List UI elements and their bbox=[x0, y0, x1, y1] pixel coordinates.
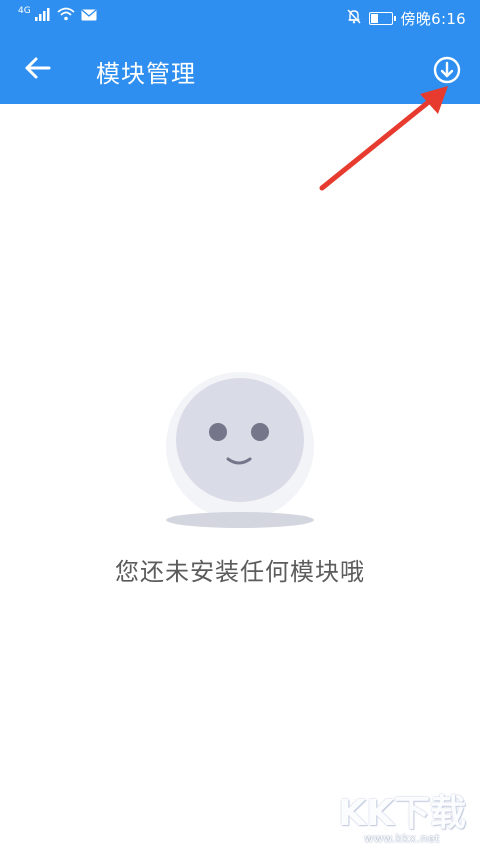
clock: 傍晚6:16 bbox=[400, 10, 466, 28]
watermark-logo: KK下载 www.kkx.net bbox=[338, 793, 466, 846]
battery-icon bbox=[368, 12, 396, 25]
signal-icon bbox=[34, 7, 51, 25]
status-bar-right: 傍晚6:16 bbox=[347, 8, 466, 29]
smiley-face-icon bbox=[166, 372, 314, 528]
mail-icon bbox=[81, 7, 97, 25]
notifications-off-icon bbox=[347, 9, 361, 28]
wifi-icon bbox=[57, 7, 75, 25]
empty-message: 您还未安装任何模块哦 bbox=[115, 558, 365, 586]
red-arrow-pointer-icon bbox=[300, 80, 460, 204]
watermark-logo-text: KK下载 bbox=[338, 793, 466, 834]
back-button[interactable] bbox=[20, 50, 56, 86]
network-type-label: 4G bbox=[18, 6, 31, 16]
status-bar-left: 4G bbox=[18, 6, 97, 25]
page-title: 模块管理 bbox=[96, 60, 196, 88]
status-bar: 4G 傍晚6:16 bbox=[0, 0, 480, 34]
arrow-left-icon bbox=[25, 57, 51, 79]
